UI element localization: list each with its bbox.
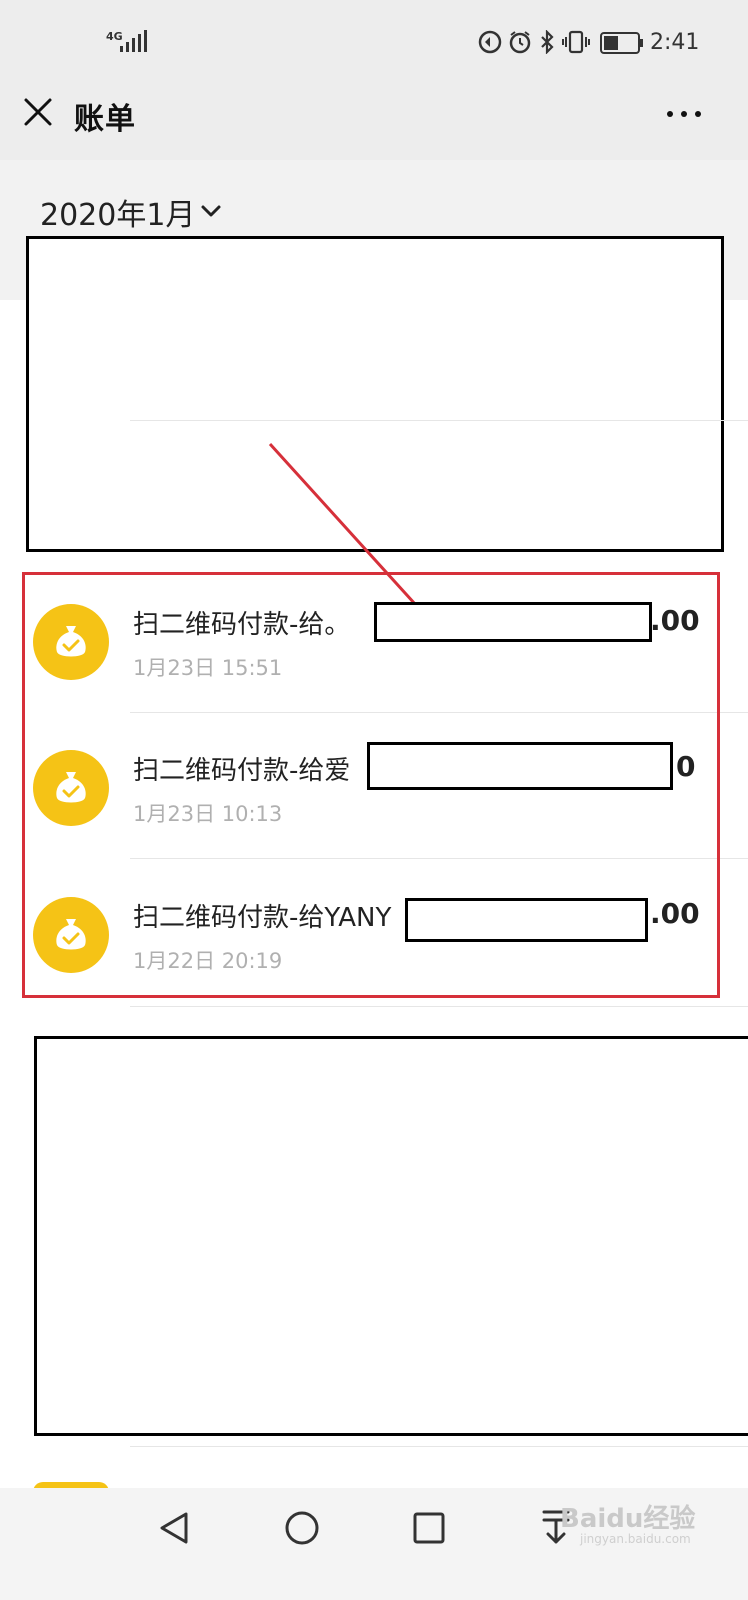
vibrate-icon — [562, 30, 590, 54]
watermark-url: jingyan.baidu.com — [580, 1532, 691, 1546]
watermark: Baidu经验 — [560, 1504, 696, 1534]
month-selector[interactable]: 2020年1月 — [40, 190, 195, 234]
close-icon[interactable] — [22, 96, 54, 128]
status-time: 2:41 — [650, 30, 700, 55]
highlight-annotation — [22, 572, 720, 998]
more-icon[interactable] — [666, 104, 702, 124]
chevron-down-icon[interactable] — [200, 200, 222, 222]
bluetooth-icon — [541, 30, 554, 54]
home-circle-icon[interactable] — [272, 1498, 332, 1558]
battery-icon — [600, 32, 643, 54]
signal-bars-icon — [120, 30, 147, 52]
recents-square-icon[interactable] — [399, 1498, 459, 1558]
divider — [130, 1006, 748, 1007]
divider — [130, 420, 748, 421]
redaction-box — [34, 1036, 748, 1436]
data-saver-icon — [478, 30, 502, 54]
page-title: 账单 — [74, 102, 136, 137]
divider — [130, 1446, 748, 1447]
back-triangle-icon[interactable] — [144, 1498, 204, 1558]
alarm-icon — [509, 31, 531, 54]
